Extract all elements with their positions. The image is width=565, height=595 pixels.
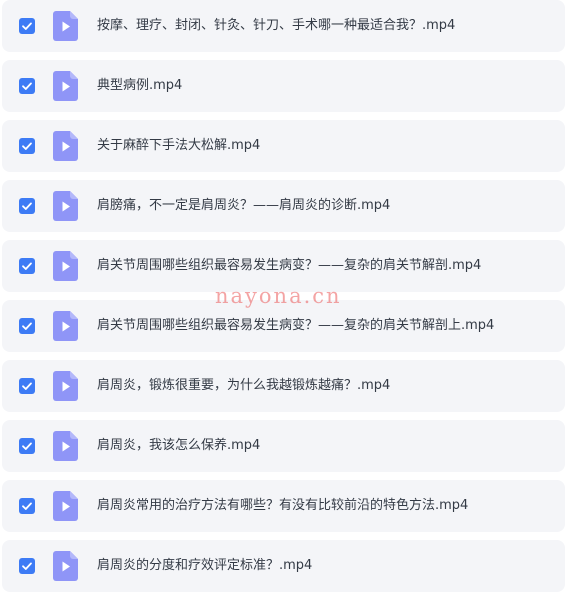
video-file-play-icon: [53, 371, 78, 401]
file-row[interactable]: 肩关节周围哪些组织最容易发生病变？——复杂的肩关节解剖上.mp4: [2, 300, 565, 352]
checkbox-checked-icon[interactable]: [19, 138, 35, 154]
file-name: 关于麻醉下手法大松解.mp4: [97, 138, 261, 153]
file-row[interactable]: 按摩、理疗、封闭、针灸、针刀、手术哪一种最适合我？.mp4: [2, 0, 565, 52]
video-file-play-icon: [53, 311, 78, 341]
video-file-play-icon: [53, 431, 78, 461]
checkbox-checked-icon[interactable]: [19, 498, 35, 514]
file-name: 典型病例.mp4: [97, 78, 183, 93]
checkbox-checked-icon[interactable]: [19, 78, 35, 94]
video-file-play-icon: [53, 551, 78, 581]
file-row[interactable]: 肩周炎的分度和疗效评定标准？.mp4: [2, 540, 565, 592]
checkbox-checked-icon[interactable]: [19, 318, 35, 334]
checkbox-checked-icon[interactable]: [19, 558, 35, 574]
file-row[interactable]: 肩周炎，我该怎么保养.mp4: [2, 420, 565, 472]
file-name: 肩膀痛，不一定是肩周炎？——肩周炎的诊断.mp4: [97, 198, 391, 213]
checkbox-checked-icon[interactable]: [19, 438, 35, 454]
checkbox-checked-icon[interactable]: [19, 18, 35, 34]
file-name: 肩周炎，我该怎么保养.mp4: [97, 438, 261, 453]
file-row[interactable]: 关于麻醉下手法大松解.mp4: [2, 120, 565, 172]
checkbox-checked-icon[interactable]: [19, 378, 35, 394]
checkbox-checked-icon[interactable]: [19, 198, 35, 214]
file-row[interactable]: 肩膀痛，不一定是肩周炎？——肩周炎的诊断.mp4: [2, 180, 565, 232]
video-file-play-icon: [53, 131, 78, 161]
file-name: 肩周炎的分度和疗效评定标准？.mp4: [97, 558, 313, 573]
file-row[interactable]: 肩周炎常用的治疗方法有哪些？有没有比较前沿的特色方法.mp4: [2, 480, 565, 532]
file-row[interactable]: 典型病例.mp4: [2, 60, 565, 112]
file-row[interactable]: 肩关节周围哪些组织最容易发生病变？——复杂的肩关节解剖.mp4: [2, 240, 565, 292]
video-file-play-icon: [53, 71, 78, 101]
video-file-play-icon: [53, 251, 78, 281]
video-file-play-icon: [53, 491, 78, 521]
file-name: 肩周炎常用的治疗方法有哪些？有没有比较前沿的特色方法.mp4: [97, 498, 469, 513]
video-file-play-icon: [53, 11, 78, 41]
file-name: 肩关节周围哪些组织最容易发生病变？——复杂的肩关节解剖上.mp4: [97, 318, 495, 333]
file-name: 肩周炎，锻炼很重要，为什么我越锻炼越痛？.mp4: [97, 378, 391, 393]
video-file-play-icon: [53, 191, 78, 221]
file-row[interactable]: 肩周炎，锻炼很重要，为什么我越锻炼越痛？.mp4: [2, 360, 565, 412]
checkbox-checked-icon[interactable]: [19, 258, 35, 274]
file-list: 按摩、理疗、封闭、针灸、针刀、手术哪一种最适合我？.mp4 典型病例.mp4 关…: [0, 0, 565, 595]
file-name: 肩关节周围哪些组织最容易发生病变？——复杂的肩关节解剖.mp4: [97, 258, 482, 273]
file-name: 按摩、理疗、封闭、针灸、针刀、手术哪一种最适合我？.mp4: [97, 18, 456, 33]
